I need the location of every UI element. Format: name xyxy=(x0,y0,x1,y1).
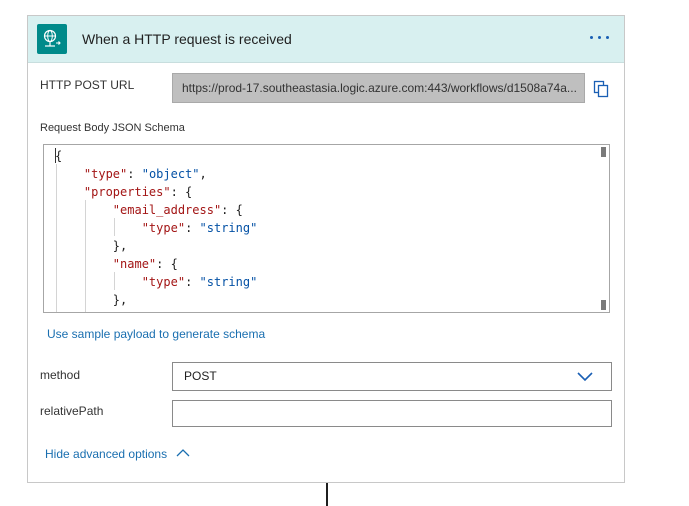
code-token: : xyxy=(185,275,200,289)
code-line: }, xyxy=(55,291,257,309)
dot-icon xyxy=(590,36,593,39)
code-line: }, xyxy=(55,237,257,255)
scrollbar-thumb[interactable] xyxy=(601,147,606,157)
globe-icon xyxy=(43,29,61,47)
code-token: }, xyxy=(112,293,128,307)
code-line: "type": "string" xyxy=(55,219,258,237)
code-token: : { xyxy=(163,311,185,312)
method-select[interactable]: POST xyxy=(172,362,612,391)
code-token: "object" xyxy=(141,167,200,181)
hide-advanced-options-label: Hide advanced options xyxy=(45,447,168,461)
editor-scrollbar[interactable] xyxy=(599,145,609,312)
code-line: "email_address": { xyxy=(55,201,257,219)
schema-label: Request Body JSON Schema xyxy=(40,122,185,134)
code-token: , xyxy=(199,167,207,181)
schema-code: { "type": "object", "properties": { "ema… xyxy=(55,147,258,312)
method-label: method xyxy=(40,368,81,382)
flow-connector-line xyxy=(326,483,328,506)
code-token: "email_address" xyxy=(112,203,222,217)
code-line: { xyxy=(55,147,257,165)
schema-editor[interactable]: { "type": "object", "properties": { "ema… xyxy=(43,144,610,313)
trigger-card: When a HTTP request is received HTTP POS… xyxy=(27,15,625,483)
chevron-up-icon xyxy=(176,449,190,457)
code-token: "string" xyxy=(199,221,258,235)
sample-payload-link[interactable]: Use sample payload to generate schema xyxy=(47,327,265,341)
code-token: "type" xyxy=(141,221,186,235)
code-token: : { xyxy=(170,185,193,199)
more-options-button[interactable] xyxy=(588,27,612,47)
code-token: : { xyxy=(221,203,243,217)
code-token: : xyxy=(127,167,142,181)
dot-icon xyxy=(606,36,609,39)
code-token: "type" xyxy=(141,275,186,289)
code-token: : xyxy=(185,221,200,235)
code-token: "type" xyxy=(83,167,128,181)
trigger-title: When a HTTP request is received xyxy=(82,31,292,47)
relative-path-input[interactable] xyxy=(172,400,612,427)
code-line: "order": { xyxy=(55,309,257,312)
copy-icon[interactable] xyxy=(593,80,609,98)
http-post-url-field[interactable]: https://prod-17.southeastasia.logic.azur… xyxy=(172,73,585,103)
method-value: POST xyxy=(184,369,217,383)
scrollbar-thumb[interactable] xyxy=(601,300,606,310)
code-token: }, xyxy=(112,239,128,253)
trigger-header[interactable]: When a HTTP request is received xyxy=(28,16,624,63)
code-line: "properties": { xyxy=(55,183,257,201)
code-line: "type": "object", xyxy=(55,165,257,183)
code-token: "string" xyxy=(199,275,258,289)
code-token: : { xyxy=(156,257,178,271)
code-token: "name" xyxy=(112,257,157,271)
code-token: "properties" xyxy=(83,185,171,199)
hide-advanced-options-toggle[interactable]: Hide advanced options xyxy=(45,447,190,461)
code-line: "name": { xyxy=(55,255,257,273)
relative-path-label: relativePath xyxy=(40,404,104,418)
dot-icon xyxy=(598,36,601,39)
globe-request-icon xyxy=(37,24,67,54)
code-line: "type": "string" xyxy=(55,273,258,291)
code-token: "order" xyxy=(113,311,164,312)
http-post-url-label: HTTP POST URL xyxy=(40,78,135,92)
chevron-down-icon xyxy=(577,372,593,382)
code-token: { xyxy=(55,149,63,163)
